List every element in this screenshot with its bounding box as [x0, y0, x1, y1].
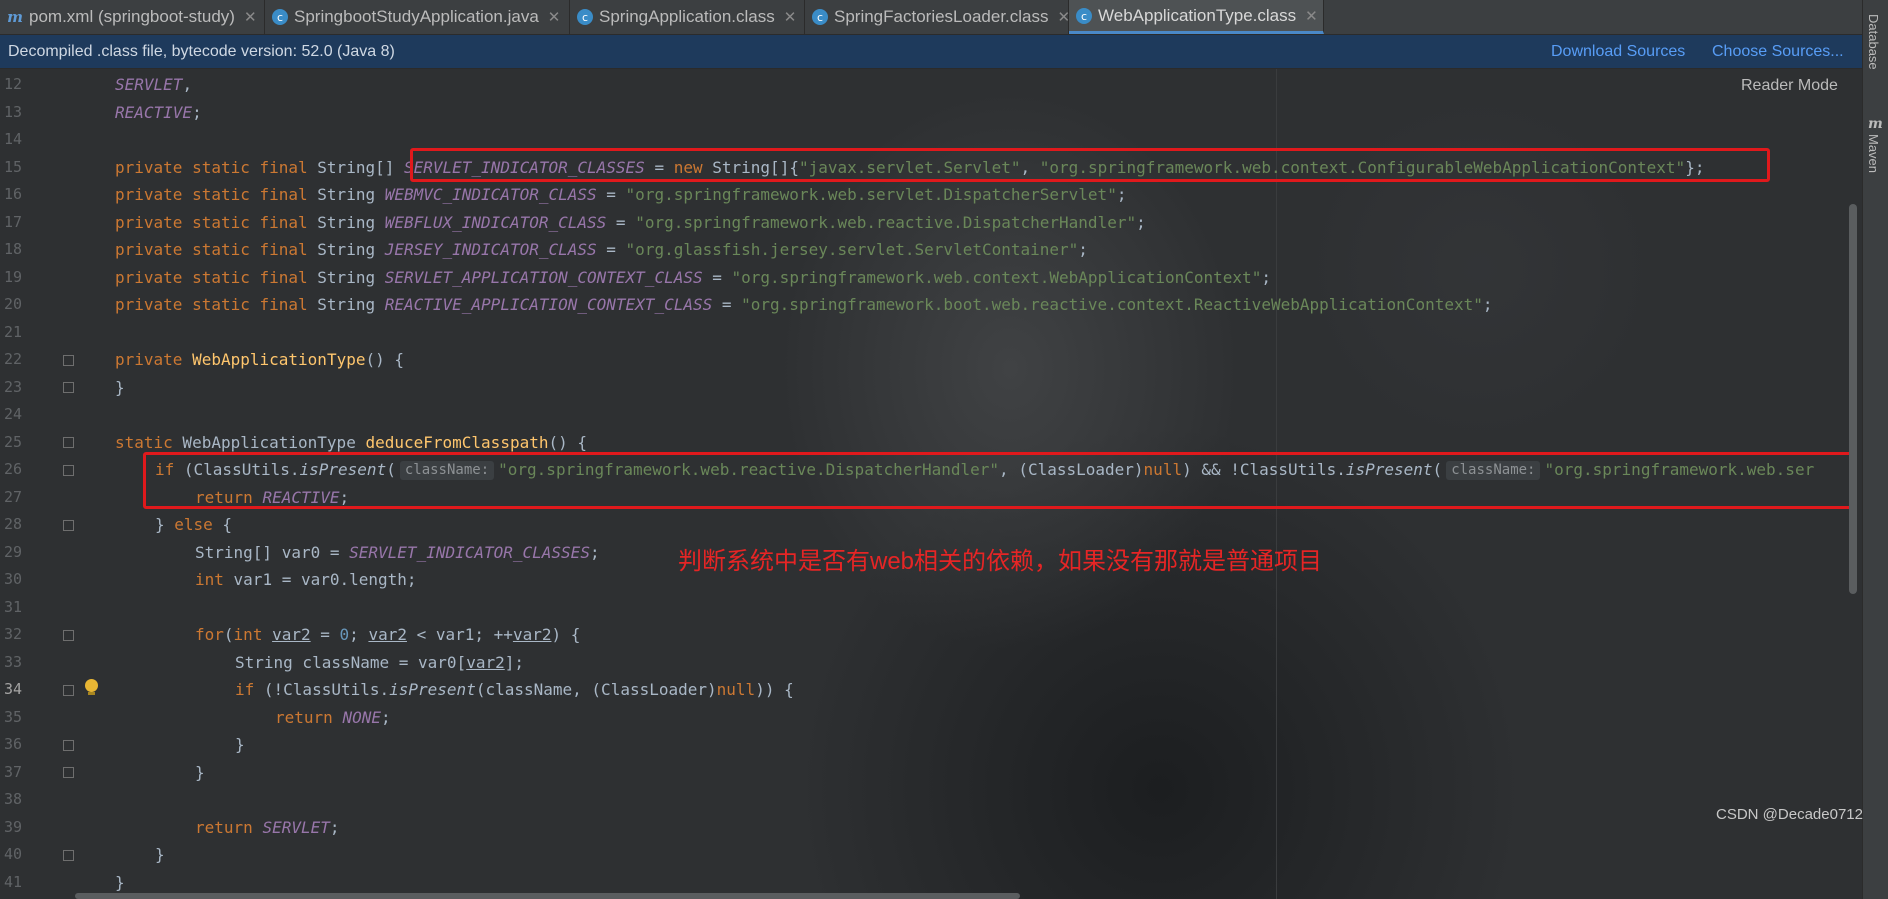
code-line: int var1 = var0.length; — [195, 570, 417, 589]
maven-icon: m — [1868, 116, 1883, 132]
code-line: } — [195, 762, 205, 782]
editor-tab-bar: m pom.xml (springboot-study) ✕ c Springb… — [0, 0, 1888, 35]
code-line: SERVLET, — [115, 75, 193, 94]
svg-text:c: c — [817, 11, 823, 24]
tab-springboot-study-application[interactable]: c SpringbootStudyApplication.java ✕ — [265, 0, 570, 34]
string-literal: "org.springframework.boot.web.reactive.c… — [741, 295, 1483, 314]
class-icon: c — [811, 8, 829, 26]
annotation-text: 判断系统中是否有web相关的依赖，如果没有那就是普通项目 — [678, 548, 1323, 575]
close-icon[interactable]: ✕ — [784, 8, 797, 26]
code-line: return NONE; — [275, 707, 391, 727]
right-tool-sidebar: Database m Maven — [1862, 0, 1888, 899]
string-literal: "org.springframework.web.servlet.Dispatc… — [625, 185, 1117, 204]
code-line: if (!ClassUtils.isPresent(className, (Cl… — [235, 680, 794, 699]
code-line: private static final String WEBMVC_INDIC… — [115, 185, 1127, 204]
code-line: } — [155, 845, 165, 864]
close-icon[interactable]: ✕ — [244, 8, 257, 26]
code-line: } else { — [155, 515, 233, 534]
code-line: private static final String SERVLET_APPL… — [115, 267, 1271, 287]
code-line: private static final String JERSEY_INDIC… — [115, 240, 1088, 259]
string-literal: "org.glassfish.jersey.servlet.ServletCon… — [625, 240, 1079, 259]
choose-sources-link[interactable]: Choose Sources... — [1712, 43, 1844, 61]
code-line: private static final String WEBFLUX_INDI… — [115, 212, 1146, 232]
code-line: String[] var0 = SERVLET_INDICATOR_CLASSE… — [195, 542, 600, 562]
code-line: private WebApplicationType() { — [115, 350, 404, 369]
tab-web-application-type[interactable]: c WebApplicationType.class ✕ — [1069, 0, 1324, 34]
tab-label: SpringbootStudyApplication.java — [294, 7, 539, 26]
tab-pom-xml[interactable]: m pom.xml (springboot-study) ✕ — [0, 0, 265, 34]
decompiled-info-bar: Decompiled .class file, bytecode version… — [0, 35, 1862, 68]
code-line: } — [235, 735, 245, 754]
tab-label: SpringApplication.class — [599, 7, 775, 26]
tab-spring-factories-loader[interactable]: c SpringFactoriesLoader.class ✕ — [805, 0, 1070, 34]
code-line: REACTIVE; — [115, 102, 202, 122]
tab-label: SpringFactoriesLoader.class — [834, 7, 1049, 26]
download-sources-link[interactable]: Download Sources — [1551, 43, 1685, 61]
code-editor[interactable]: Reader Mode 12 13 14 15 16 17 18 19 20 2… — [0, 69, 1862, 899]
close-icon[interactable]: ✕ — [1305, 7, 1318, 25]
code-line: for(int var2 = 0; var2 < var1; ++var2) { — [195, 625, 581, 644]
code-line: private static final String REACTIVE_APP… — [115, 295, 1493, 314]
string-literal: "org.springframework.web.context.WebAppl… — [731, 267, 1262, 287]
string-literal: "org.springframework.web.reactive.Dispat… — [635, 212, 1137, 232]
watermark: CSDN @Decade0712 — [1716, 806, 1863, 823]
tab-label: pom.xml (springboot-study) — [29, 7, 235, 26]
svg-text:c: c — [277, 11, 283, 24]
decompiled-message: Decompiled .class file, bytecode version… — [8, 43, 395, 60]
svg-text:c: c — [1081, 10, 1087, 23]
svg-text:c: c — [582, 11, 588, 24]
tab-spring-application[interactable]: c SpringApplication.class ✕ — [570, 0, 805, 34]
horizontal-scrollbar[interactable] — [75, 893, 1020, 899]
highlight-box-indicator-classes — [410, 148, 1770, 182]
code-line: String className = var0[var2]; — [235, 652, 524, 672]
close-icon[interactable]: ✕ — [548, 8, 561, 26]
class-icon: c — [271, 8, 289, 26]
highlight-box-reactive-check — [143, 452, 1852, 509]
code-line: } — [115, 377, 125, 397]
code-line: } — [115, 872, 125, 892]
vertical-scrollbar[interactable] — [1849, 204, 1857, 594]
tab-label: WebApplicationType.class — [1098, 5, 1297, 25]
maven-tool-button[interactable]: Maven — [1866, 134, 1881, 173]
database-tool-button[interactable]: Database — [1866, 14, 1881, 70]
class-icon: c — [1075, 7, 1093, 25]
class-icon: c — [576, 8, 594, 26]
code-line: return SERVLET; — [195, 817, 340, 837]
maven-icon: m — [7, 8, 23, 26]
